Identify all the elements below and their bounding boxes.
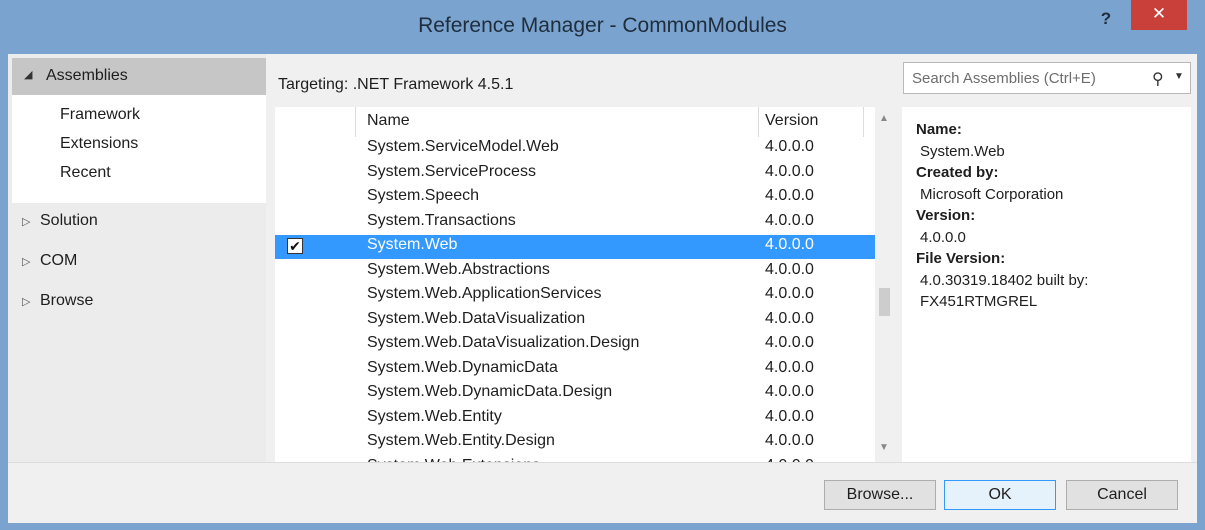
row-version: 4.0.0.0 <box>765 187 814 204</box>
row-version: 4.0.0.0 <box>765 383 814 400</box>
table-row[interactable]: System.Web.DynamicData 4.0.0.0 <box>275 358 875 382</box>
nav-item-label: COM <box>40 252 78 269</box>
cancel-button[interactable]: Cancel <box>1066 480 1178 510</box>
column-header-version[interactable]: Version <box>765 112 818 130</box>
row-name: System.Speech <box>367 187 480 204</box>
table-row[interactable]: System.Web.DataVisualization.Design 4.0.0… <box>275 333 875 357</box>
detail-name-value: System.Web <box>920 143 1005 160</box>
row-name: System.ServiceModel.Web <box>367 138 559 155</box>
scroll-up-icon[interactable]: ▲ <box>879 113 889 124</box>
row-version: 4.0.0.0 <box>765 285 814 302</box>
dialog-footer: Browse... OK Cancel <box>8 462 1197 523</box>
row-version: 4.0.0.0 <box>765 260 814 278</box>
table-row[interactable]: System.Speech 4.0.0.0 <box>275 186 875 210</box>
nav-item-label: Solution <box>40 212 98 229</box>
assemblies-subitems: Framework Extensions Recent <box>12 95 266 203</box>
table-row[interactable]: System.Web.DataVisualization 4.0.0.0 <box>275 309 875 333</box>
table-row[interactable]: System.ServiceModel.Web 4.0.0.0 <box>275 137 875 161</box>
help-button[interactable]: ? <box>1093 8 1119 34</box>
browse-button[interactable]: Browse... <box>824 480 936 510</box>
table-row[interactable]: System.ServiceProcess 4.0.0.0 <box>275 162 875 186</box>
nav-item-com[interactable]: ▷ COM <box>22 252 77 270</box>
row-version: 4.0.0.0 <box>765 211 814 229</box>
row-checkbox[interactable]: ✔ <box>287 238 303 254</box>
row-version: 4.0.0.0 <box>765 309 814 327</box>
search-input[interactable]: Search Assemblies (Ctrl+E) ⚲ ▼ <box>903 62 1191 94</box>
row-name: System.Web.DynamicData.Design <box>367 383 613 400</box>
nav-item-label: Assemblies <box>46 67 128 84</box>
table-row[interactable]: System.Transactions 4.0.0.0 <box>275 211 875 235</box>
detail-name-label: Name: <box>916 121 962 138</box>
nav-item-solution[interactable]: ▷ Solution <box>22 212 98 230</box>
search-icon[interactable]: ⚲ <box>1152 69 1164 89</box>
column-divider <box>758 107 759 137</box>
collapsed-triangle-icon: ▷ <box>22 296 31 308</box>
row-name: System.Web.Abstractions <box>367 260 550 278</box>
row-name: System.Web.ApplicationServices <box>367 285 602 302</box>
window-title: Reference Manager - CommonModules <box>418 14 787 37</box>
list-scrollbar[interactable]: ▲ ▼ <box>875 107 895 462</box>
collapsed-triangle-icon: ▷ <box>22 256 31 268</box>
column-header-row: Name Version <box>275 107 875 137</box>
detail-file-version-label: File Version: <box>916 250 1006 267</box>
nav-item-browse[interactable]: ▷ Browse <box>22 292 93 310</box>
nav-item-assemblies[interactable]: ◢ Assemblies <box>12 58 266 95</box>
row-version: 4.0.0.0 <box>765 407 814 425</box>
chevron-down-icon[interactable]: ▼ <box>1174 71 1184 82</box>
row-version: 4.0.0.0 <box>765 334 814 351</box>
row-name: System.ServiceProcess <box>367 162 536 180</box>
detail-version-label: Version: <box>916 207 976 224</box>
row-name: System.Transactions <box>367 211 516 229</box>
nav-item-recent[interactable]: Recent <box>60 164 111 182</box>
row-version: 4.0.0.0 <box>765 358 814 376</box>
row-name: System.Web.Entity.Design <box>367 432 555 449</box>
ok-button[interactable]: OK <box>944 480 1056 510</box>
search-placeholder: Search Assemblies (Ctrl+E) <box>912 70 1096 87</box>
reference-manager-window: Reference Manager - CommonModules ? ✕ ◢ … <box>0 0 1205 530</box>
row-name: System.Web.DynamicData <box>367 358 558 376</box>
row-version: 4.0.0.0 <box>765 432 814 449</box>
detail-file-version-build: FX451RTMGREL <box>920 293 1038 310</box>
detail-file-version-value: 4.0.30319.18402 built by: <box>920 272 1089 289</box>
nav-item-extensions[interactable]: Extensions <box>60 135 138 153</box>
row-version: 4.0.0.0 <box>765 236 814 253</box>
detail-created-value: Microsoft Corporation <box>920 186 1064 203</box>
assembly-list[interactable]: Name Version System.ServiceModel.Web 4.0.… <box>275 107 875 462</box>
row-name: System.Web.Entity <box>367 407 502 425</box>
column-header-name[interactable]: Name <box>367 112 410 130</box>
close-button[interactable]: ✕ <box>1131 0 1187 30</box>
dialog-client: ◢ Assemblies Framework Extensions Recent… <box>8 54 1197 523</box>
nav-item-label: Browse <box>40 292 94 309</box>
scrollbar-thumb[interactable] <box>879 287 890 316</box>
navigation-pane: ◢ Assemblies Framework Extensions Recent… <box>8 54 266 462</box>
table-row[interactable]: ✔ System.Web 4.0.0.0 <box>275 235 875 259</box>
row-name: System.Web.DataVisualization <box>367 309 586 327</box>
details-pane: Name: System.Web Created by: Microsoft C… <box>902 107 1191 462</box>
nav-item-framework[interactable]: Framework <box>60 106 140 124</box>
detail-created-label: Created by: <box>916 164 999 181</box>
table-row[interactable]: System.Web.Entity 4.0.0.0 <box>275 407 875 431</box>
table-row[interactable]: System.Web.ApplicationServices 4.0.0.0 <box>275 284 875 308</box>
table-row[interactable]: System.Web.Entity.Design 4.0.0.0 <box>275 431 875 455</box>
targeting-label: Targeting: .NET Framework 4.5.1 <box>278 76 514 93</box>
column-divider <box>863 107 864 137</box>
collapsed-triangle-icon: ▷ <box>22 216 31 228</box>
scroll-down-icon[interactable]: ▼ <box>879 442 889 453</box>
row-version: 4.0.0.0 <box>765 162 814 180</box>
row-name: System.Web.DataVisualization.Design <box>367 334 640 351</box>
table-row[interactable]: System.Web.Abstractions 4.0.0.0 <box>275 260 875 284</box>
row-version: 4.0.0.0 <box>765 138 814 155</box>
column-divider <box>355 107 356 137</box>
row-name: System.Web <box>367 236 458 253</box>
detail-version-value: 4.0.0.0 <box>920 229 966 246</box>
expanded-triangle-icon: ◢ <box>24 69 33 81</box>
title-bar[interactable]: Reference Manager - CommonModules ? ✕ <box>0 0 1205 54</box>
table-row[interactable]: System.Web.DynamicData.Design 4.0.0.0 <box>275 382 875 406</box>
